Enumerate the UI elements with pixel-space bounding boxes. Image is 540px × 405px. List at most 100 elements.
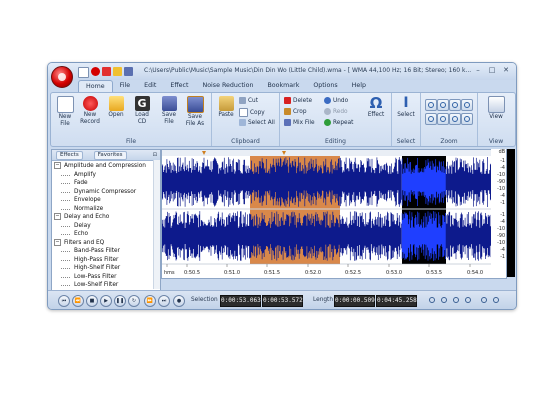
minimize-button[interactable]: – [472,66,484,75]
loop-button[interactable]: ↻ [128,295,140,307]
new-record-label: New Record [80,112,100,125]
db-tick-label: -10 [497,187,505,192]
tree-label: Echo [74,231,89,237]
tree-item[interactable]: Dynamic Compressor [54,188,160,197]
delete-x-icon [284,97,291,104]
zoom-selection-small-icon[interactable] [452,296,460,304]
open-label: Open [108,112,124,118]
mix-file-button[interactable]: Mix File [284,119,315,126]
rewind-button[interactable]: ⏪ [72,295,84,307]
tree-item[interactable]: High-Pass Filter [54,256,160,265]
tree-label: Amplify [74,171,96,178]
tree-label: Amplitude and Compression [64,163,146,169]
paste-button[interactable]: Paste [214,96,238,119]
zoom-vertical-in-small-icon[interactable] [480,296,488,304]
tab-bookmark[interactable]: Bookmark [260,80,306,92]
record-button[interactable]: ● [173,295,185,307]
repeat-button[interactable]: Repeat [324,119,353,126]
pause-button[interactable]: ❚❚ [114,295,126,307]
collapse-icon[interactable]: − [54,238,61,246]
db-tick-label: -1 [500,255,505,260]
db-tick-label: -4 [500,166,505,171]
zoom-vertical-out-small-icon[interactable] [492,296,500,304]
view-button[interactable]: View [484,96,508,121]
collapse-icon[interactable]: − [54,213,61,220]
tree-item[interactable]: Low-Pass Filter [54,273,160,282]
open-folder-icon[interactable] [113,67,122,76]
tree-item[interactable]: High-Shelf Filter [54,264,160,273]
tab-effect[interactable]: Effect [163,80,195,92]
zoom-out-icon[interactable] [437,99,449,111]
tree-item[interactable]: Delay [54,222,160,231]
repeat-label: Repeat [333,119,354,126]
forward-button[interactable]: ⏩ [144,295,156,307]
go-start-button[interactable]: ⏮ [58,295,70,307]
tab-noise-reduction[interactable]: Noise Reduction [195,80,260,92]
redo-button[interactable]: Redo [324,108,348,115]
tree-item[interactable]: Low-Shelf Filter [54,281,160,290]
zoom-in-small-icon[interactable] [428,296,436,304]
select-button[interactable]: I Select [394,96,418,119]
record-icon[interactable] [91,67,100,76]
db-header: dB [498,150,505,155]
repeat-icon [324,119,331,126]
new-file-button[interactable]: New File [53,96,77,127]
tab-home[interactable]: Home [78,80,113,92]
clipboard-group: Paste Cut Copy Select All Clipboard [212,93,280,146]
zoom-full-icon[interactable] [461,99,473,111]
stop-button[interactable]: ■ [86,295,98,307]
load-cd-button[interactable]: G Load CD [130,96,154,125]
zoom-right-icon[interactable] [461,113,473,125]
undo-label: Undo [333,97,349,104]
zoom-out-small-icon[interactable] [440,296,448,304]
tree-category[interactable]: − Amplitude and Compression [54,162,160,171]
go-end-button[interactable]: ⏭ [158,295,170,307]
zoom-selection-icon[interactable] [449,99,461,111]
tree-item[interactable]: Echo [54,230,160,239]
zoom-in-vertical-icon[interactable] [425,113,437,125]
paste-label: Paste [218,112,234,118]
effect-button[interactable]: Ω Effect [364,96,388,119]
tree-item[interactable]: Normalize [54,205,160,214]
tree-category[interactable]: − Filters and EQ [54,238,160,248]
tree-label: Low-Shelf Filter [74,282,119,288]
waveform-view[interactable]: hms 0:50.5 0:51.0 0:51.5 0:52.0 0:52.5 0:53.0 0… [161,149,507,279]
tab-options[interactable]: Options [306,80,344,92]
new-doc-icon[interactable] [78,67,89,78]
tab-help[interactable]: Help [345,80,373,92]
tree-item[interactable]: Fade [54,179,160,188]
play-button[interactable]: ▶ [100,295,112,307]
tree-category[interactable]: − Delay and Echo [54,213,160,222]
zoom-out-vertical-icon[interactable] [437,113,449,125]
tab-effects[interactable]: Effects [56,150,83,160]
cut-button[interactable]: Cut [239,97,258,104]
undo-button[interactable]: Undo [324,97,348,104]
save-file-button[interactable]: Save File [157,96,181,125]
crop-button[interactable]: Crop [284,108,307,115]
tab-file[interactable]: File [113,80,138,92]
tab-favorites[interactable]: Favorites [93,150,127,160]
zoom-in-icon[interactable] [425,99,437,111]
panel-close-icon[interactable]: ⊡ [153,152,157,158]
panel-scrollbar[interactable] [153,160,160,289]
zoom-left-icon[interactable] [449,113,461,125]
save-file-as-button[interactable]: Save File As [183,96,207,127]
collapse-icon[interactable]: − [54,162,61,169]
time-tick-label: 0:50.5 [184,270,200,276]
tree-item[interactable]: Envelope [54,196,160,205]
asterisk-icon[interactable] [102,67,111,76]
tree-item[interactable]: Band-Pass Filter [54,247,160,256]
db-tick-label: -4 [500,248,505,253]
app-menu-button[interactable] [51,66,73,88]
save-icon[interactable] [124,67,133,76]
copy-button[interactable]: Copy [239,108,265,117]
select-all-button[interactable]: Select All [239,119,275,126]
new-record-button[interactable]: New Record [78,96,102,125]
open-button[interactable]: Open [104,96,128,119]
tree-item[interactable]: Amplify [54,171,160,180]
tab-edit[interactable]: Edit [137,80,163,92]
close-button[interactable]: ✕ [500,66,512,75]
maximize-button[interactable]: □ [486,66,498,75]
delete-button[interactable]: Delete [284,97,312,104]
zoom-full-small-icon[interactable] [464,296,472,304]
